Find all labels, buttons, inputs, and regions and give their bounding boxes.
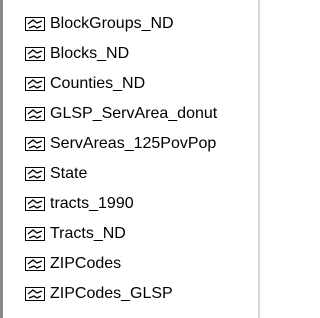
polygon-feature-class-icon: [25, 227, 45, 241]
layer-label: BlockGroups_ND: [50, 15, 174, 32]
layer-label: State: [50, 165, 88, 182]
polygon-feature-class-icon: [25, 77, 45, 91]
polygon-feature-class-icon: [25, 137, 45, 151]
layer-item-zipcodes[interactable]: ZIPCodes: [25, 249, 217, 279]
layer-label: GLSP_ServArea_donut: [50, 105, 218, 122]
layer-item-tracts-nd[interactable]: Tracts_ND: [25, 219, 217, 249]
polygon-feature-class-icon: [25, 197, 45, 211]
layer-item-blocks-nd[interactable]: Blocks_ND: [25, 39, 217, 69]
polygon-feature-class-icon: [25, 47, 45, 61]
polygon-feature-class-icon: [25, 167, 45, 181]
layer-item-glsp-servarea-donut[interactable]: GLSP_ServArea_donut: [25, 99, 217, 129]
panel-right-border: [258, 0, 260, 318]
layer-item-zipcodes-glsp[interactable]: ZIPCodes_GLSP: [25, 279, 217, 309]
layer-label: ServAreas_125PovPop: [50, 135, 217, 152]
polygon-feature-class-icon: [25, 17, 45, 31]
layer-item-blockgroups-nd[interactable]: BlockGroups_ND: [25, 9, 217, 39]
layer-item-state[interactable]: State: [25, 159, 217, 189]
layer-item-counties-nd[interactable]: Counties_ND: [25, 69, 217, 99]
layer-label: tracts_1990: [50, 195, 134, 212]
layer-label: ZIPCodes: [50, 255, 122, 272]
polygon-feature-class-icon: [25, 257, 45, 271]
panel-left-border: [0, 0, 3, 318]
layer-item-tracts-1990[interactable]: tracts_1990: [25, 189, 217, 219]
layer-label: ZIPCodes_GLSP: [50, 285, 173, 302]
layer-label: Tracts_ND: [50, 225, 126, 242]
polygon-feature-class-icon: [25, 287, 45, 301]
layer-list-panel: BlockGroups_ND Blocks_ND Counties_ND GLS…: [0, 0, 260, 318]
polygon-feature-class-icon: [25, 107, 45, 121]
layer-label: Blocks_ND: [50, 45, 130, 62]
layer-label: Counties_ND: [50, 75, 146, 92]
layer-list: BlockGroups_ND Blocks_ND Counties_ND GLS…: [25, 9, 217, 309]
layer-item-servareas-125povpop[interactable]: ServAreas_125PovPop: [25, 129, 217, 159]
